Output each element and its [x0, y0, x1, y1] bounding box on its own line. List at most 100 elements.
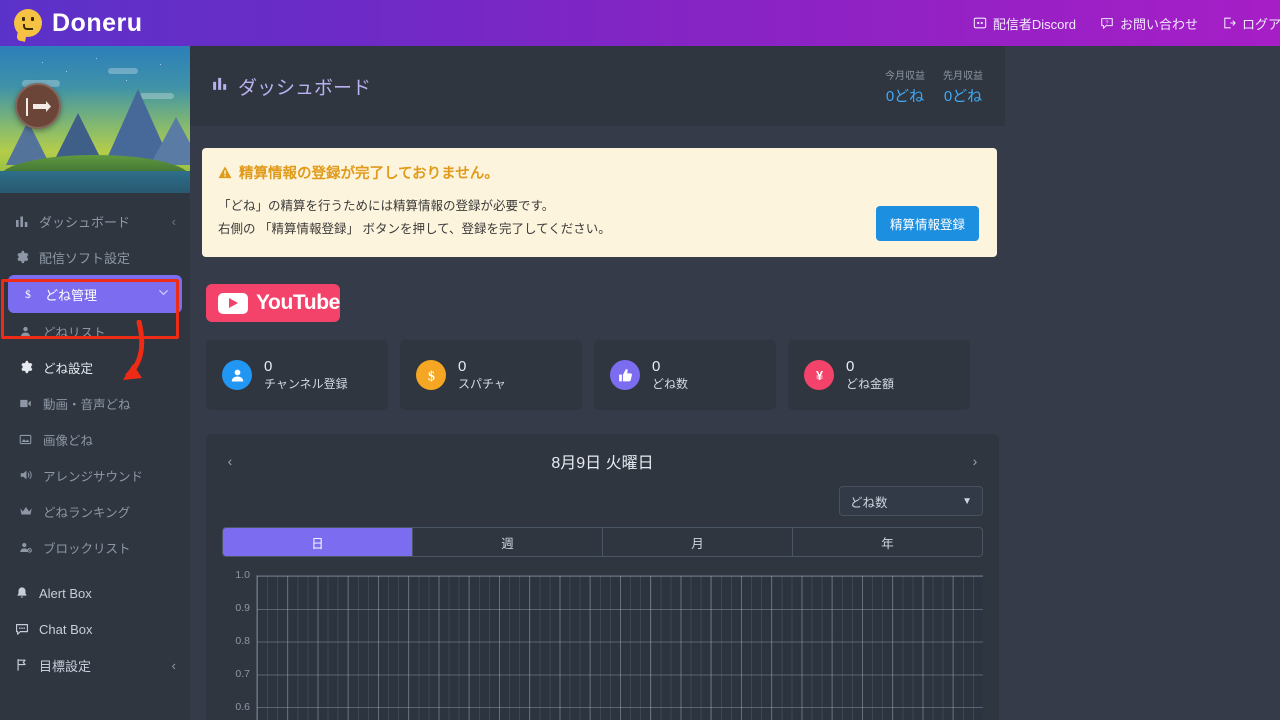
alert-line-1: 「どね」の精算を行うためには精算情報の登録が必要です。	[218, 199, 555, 213]
stat-card-done-amount-body: 0 どね金額	[846, 358, 894, 392]
main-content: ダッシュボード 今月収益 0どね 先月収益 0どね 精算情報の登録が完了しており…	[190, 46, 1280, 720]
alert-body: 「どね」の精算を行うためには精算情報の登録が必要です。 右側の 「精算情報登録」…	[218, 195, 981, 241]
stat-card-done-amount[interactable]: ¥ 0 どね金額	[788, 340, 970, 411]
sidebar-item-block-list-label: ブロックリスト	[43, 541, 131, 556]
sidebar-item-stream-software-label: 配信ソフト設定	[39, 250, 131, 266]
chevron-left-icon[interactable]: ‹	[172, 214, 176, 229]
range-tab-year[interactable]: 年	[792, 528, 982, 557]
chat-question-icon: ?	[1101, 18, 1113, 29]
stat-label: スパチャ	[458, 376, 506, 391]
dollar-coin-icon: $	[416, 360, 446, 391]
metric-select-row: どね数 ▼	[222, 486, 983, 517]
discord-icon	[973, 17, 987, 29]
speaker-icon	[18, 468, 33, 483]
stat-card-superchat[interactable]: $ 0 スパチャ	[400, 340, 582, 411]
stat-card-superchat-body: 0 スパチャ	[458, 358, 506, 392]
stat-card-done-count-body: 0 どね数	[652, 358, 688, 392]
stat-value: 0	[458, 358, 467, 376]
range-tab-day[interactable]: 日	[223, 528, 412, 557]
earnings-this-month-label: 今月収益	[885, 70, 925, 82]
page-title-text: ダッシュボード	[238, 77, 372, 99]
sidebar-item-done-management-label: どね管理	[45, 287, 98, 303]
thumbs-up-icon	[610, 360, 640, 391]
topnav-logout-label: ログアウ	[1241, 16, 1280, 32]
svg-text:$: $	[428, 368, 435, 383]
stat-card-channel-subscribers[interactable]: 0 チャンネル登録	[206, 340, 388, 411]
avatar-glyph-icon	[26, 98, 51, 116]
page-title: ダッシュボード	[212, 73, 371, 100]
sidebar-item-arrange-sound[interactable]: アレンジサウンド	[0, 457, 190, 493]
person-block-icon	[18, 540, 33, 555]
sidebar-item-done-ranking[interactable]: どねランキング	[0, 493, 190, 529]
chart-grid	[256, 575, 983, 720]
doneru-dashboard-page: Doneru 配信者Discord ? お問い合わせ ログア ダッシュボード ‹…	[0, 0, 1280, 720]
yen-icon: ¥	[804, 360, 834, 391]
sidebar-item-dashboard[interactable]: ダッシュボード ‹	[0, 203, 190, 239]
chevron-down-icon[interactable]	[157, 286, 170, 302]
platform-badge-youtube[interactable]: YouTube	[206, 284, 340, 323]
register-settlement-info-button[interactable]: 精算情報登録	[875, 206, 979, 242]
sidebar-item-done-list[interactable]: どねリスト	[0, 313, 190, 349]
sidebar-item-alert-box-label: Alert Box	[39, 585, 92, 601]
brand-logo-area[interactable]: Doneru	[0, 9, 190, 38]
svg-text:¥: ¥	[815, 368, 823, 383]
chart-plot-area: 1.0 0.9 0.8 0.7 0.6 0.5	[222, 569, 983, 720]
metric-select[interactable]: どね数 ▼	[839, 486, 983, 517]
topnav-discord[interactable]: 配信者Discord	[973, 14, 1076, 33]
stat-card-done-count[interactable]: 0 どね数	[594, 340, 776, 411]
earnings-last-month: 先月収益 0どね	[943, 67, 983, 106]
earnings-last-month-label: 先月収益	[943, 70, 983, 82]
brand-name: Doneru	[52, 8, 143, 37]
sidebar-item-image-done[interactable]: 画像どね	[0, 421, 190, 457]
stat-label: どね金額	[846, 376, 895, 391]
sidebar-item-done-management[interactable]: $ どね管理	[8, 275, 182, 313]
settlement-alert-banner: 精算情報の登録が完了しておりません。 「どね」の精算を行うためには精算情報の登録…	[202, 148, 997, 258]
svg-text:?: ?	[1105, 20, 1108, 26]
sidebar-item-block-list[interactable]: ブロックリスト	[0, 529, 190, 565]
person-icon	[222, 360, 252, 391]
chart-date-label: 8月9日 火曜日	[551, 455, 654, 473]
alert-title-row: 精算情報の登録が完了しておりません。	[218, 162, 981, 183]
alert-line-2: 右側の 「精算情報登録」 ボタンを押して、登録を完了してください。	[218, 222, 611, 237]
range-tab-month[interactable]: 月	[602, 528, 792, 557]
topnav-contact-label: お問い合わせ	[1119, 16, 1198, 32]
sidebar-item-dashboard-label: ダッシュボード	[39, 214, 131, 230]
bell-icon	[14, 586, 29, 601]
topnav-discord-label: 配信者Discord	[992, 16, 1076, 32]
chart-panel: ‹ 8月9日 火曜日 › どね数 ▼ 日 週 月 年 1.0 0.9 0.8 0…	[206, 434, 999, 720]
gear-icon	[18, 360, 33, 375]
avatar[interactable]	[15, 83, 61, 129]
flag-icon	[14, 658, 29, 673]
chart-y-axis: 1.0 0.9 0.8 0.7 0.6 0.5	[222, 569, 250, 720]
platform-badge-label: YouTube	[256, 291, 340, 315]
chevron-down-icon: ▼	[962, 495, 972, 507]
range-tabs: 日 週 月 年	[222, 527, 983, 558]
sidebar-item-arrange-sound-label: アレンジサウンド	[43, 469, 144, 484]
sidebar-item-done-settings[interactable]: どね設定	[0, 349, 190, 385]
sidebar-item-done-settings-label: どね設定	[43, 361, 94, 376]
topnav-logout[interactable]: ログアウ	[1222, 14, 1280, 33]
chevron-left-icon[interactable]: ‹	[172, 658, 176, 673]
y-tick: 0.9	[235, 602, 250, 615]
stat-value: 0	[264, 358, 273, 376]
stat-value: 0	[846, 358, 855, 376]
sidebar-item-alert-box[interactable]: Alert Box	[0, 575, 190, 611]
sidebar-item-video-audio-done[interactable]: 動画・音声どね	[0, 385, 190, 421]
next-date-button[interactable]: ›	[967, 453, 983, 469]
topnav-contact[interactable]: ? お問い合わせ	[1100, 14, 1198, 33]
sidebar-item-done-list-label: どねリスト	[43, 325, 106, 340]
y-tick: 0.7	[235, 668, 250, 681]
sidebar-nav: ダッシュボード ‹ 配信ソフト設定 $ どね管理 どねリスト どね設定 動画・音…	[0, 193, 190, 683]
prev-date-button[interactable]: ‹	[222, 453, 238, 469]
crown-icon	[18, 504, 33, 519]
earnings-this-month-value: 0どね	[885, 87, 925, 105]
sidebar-item-stream-software[interactable]: 配信ソフト設定	[0, 239, 190, 275]
top-bar: Doneru 配信者Discord ? お問い合わせ ログア	[0, 0, 1280, 46]
sidebar-item-chat-box[interactable]: Chat Box	[0, 611, 190, 647]
range-tab-week[interactable]: 週	[412, 528, 602, 557]
stat-card-channel-subscribers-body: 0 チャンネル登録	[264, 358, 348, 392]
profile-banner	[0, 46, 190, 193]
speech-bubble-smiley-icon	[14, 9, 42, 37]
alert-title-text: 精算情報の登録が完了しておりません。	[239, 166, 499, 182]
sidebar-item-goal-settings[interactable]: 目標設定 ‹	[0, 647, 190, 683]
